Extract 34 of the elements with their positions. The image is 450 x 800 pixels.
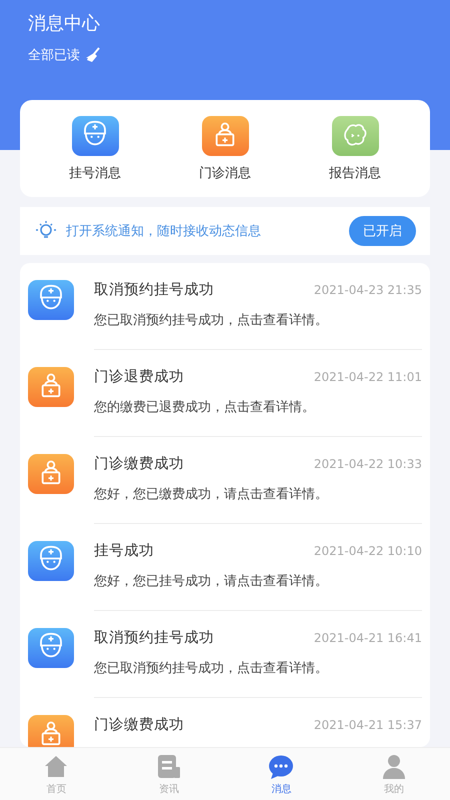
message-title[interactable]: 门诊退费成功: [94, 367, 184, 386]
message-body[interactable]: 您的缴费已退费成功，点击查看详情。: [94, 398, 422, 416]
message-body[interactable]: 您已取消预约挂号成功，点击查看详情。: [94, 311, 422, 329]
doctor-desk-icon: [28, 367, 74, 407]
doctor-desk-icon: [202, 116, 248, 156]
message-title[interactable]: 门诊缴费成功: [94, 715, 184, 734]
category-label[interactable]: 挂号消息: [69, 164, 121, 182]
tab[interactable]: 消息: [246, 752, 316, 796]
message-time: 2021-04-23 21:35: [314, 282, 422, 296]
blob-face-icon: [332, 116, 378, 156]
message-time: 2021-04-22 10:10: [314, 544, 422, 558]
message-title[interactable]: 取消预约挂号成功: [94, 280, 214, 299]
nurse-face-icon: [28, 280, 74, 320]
message-time: 2021-04-21 15:37: [314, 718, 422, 732]
message-body[interactable]: 您已取消预约挂号成功，点击查看详情。: [94, 659, 422, 677]
message-title[interactable]: 取消预约挂号成功: [94, 628, 214, 647]
message-title[interactable]: 挂号成功: [94, 541, 154, 560]
message-body[interactable]: 您好，您已缴费成功，请点击查看详情。: [94, 485, 422, 503]
category-label[interactable]: 报告消息: [329, 164, 381, 182]
chat-bubble-icon: [267, 752, 296, 780]
message-time: 2021-04-22 11:01: [314, 370, 422, 384]
notice-text: 打开系统通知，随时接收动态信息: [66, 223, 262, 240]
broom-icon[interactable]: [86, 47, 102, 63]
mark-all-read-link[interactable]: 全部已读: [28, 46, 80, 64]
category-label[interactable]: 门诊消息: [199, 164, 251, 182]
nurse-face-icon: [28, 628, 74, 668]
doctor-desk-icon: [28, 454, 74, 494]
message-body[interactable]: 您好，您已挂号成功，请点击查看详情。: [94, 572, 422, 590]
message-time: 2021-04-22 10:33: [314, 456, 422, 470]
message-time: 2021-04-21 16:41: [314, 630, 422, 644]
nurse-face-icon: [72, 116, 118, 156]
message-title[interactable]: 门诊缴费成功: [94, 454, 184, 473]
nurse-face-icon: [28, 541, 74, 581]
page-title: 消息中心: [28, 12, 100, 36]
